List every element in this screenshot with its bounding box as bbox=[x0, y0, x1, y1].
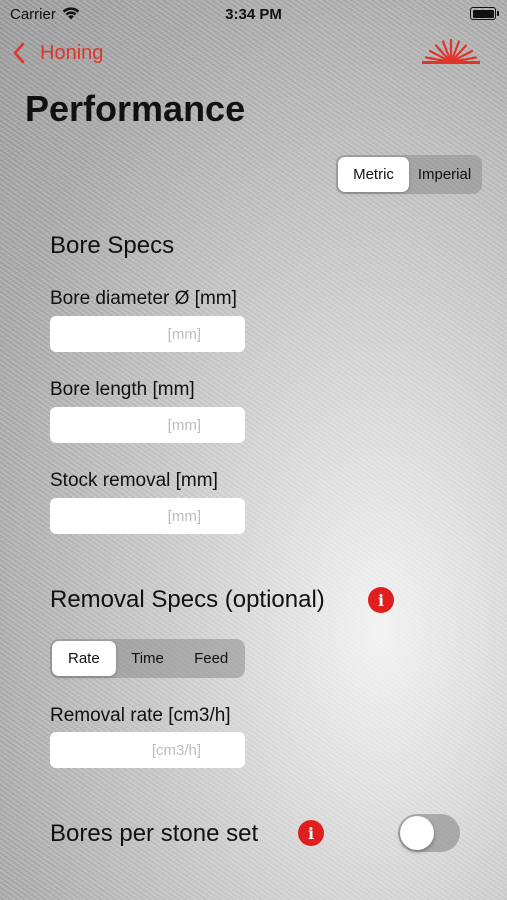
bores-per-stone-set-label: Bores per stone set bbox=[50, 820, 259, 847]
bores-per-stone-toggle[interactable] bbox=[398, 814, 460, 852]
removal-specs-info-icon[interactable]: i bbox=[368, 587, 394, 613]
segment-feed[interactable]: Feed bbox=[179, 641, 243, 676]
removal-mode-segmented-control[interactable]: Rate Time Feed bbox=[50, 639, 245, 678]
bore-specs-heading: Bore Specs bbox=[50, 232, 175, 259]
bore-diameter-label: Bore diameter Ø [mm] bbox=[50, 288, 237, 309]
bore-diameter-input[interactable] bbox=[50, 324, 203, 344]
sunburst-logo-icon bbox=[422, 38, 480, 64]
bore-length-input[interactable] bbox=[50, 415, 203, 435]
back-button-label: Honing bbox=[40, 41, 104, 64]
stock-removal-input[interactable] bbox=[50, 506, 203, 526]
back-button[interactable]: Honing bbox=[12, 38, 103, 68]
bores-per-stone-info-icon[interactable]: i bbox=[298, 820, 324, 846]
bore-length-label: Bore length [mm] bbox=[50, 379, 195, 400]
removal-rate-field[interactable] bbox=[50, 732, 245, 768]
battery-icon bbox=[470, 7, 499, 20]
unit-segmented-control[interactable]: Metric Imperial bbox=[336, 155, 482, 194]
removal-specs-heading: Removal Specs (optional) bbox=[50, 586, 325, 613]
toggle-knob bbox=[400, 816, 434, 850]
status-time: 3:34 PM bbox=[225, 6, 282, 23]
stock-removal-field[interactable] bbox=[50, 498, 245, 534]
segment-imperial[interactable]: Imperial bbox=[409, 157, 480, 192]
removal-rate-label: Removal rate [cm3/h] bbox=[50, 705, 231, 726]
segment-time[interactable]: Time bbox=[116, 641, 180, 676]
chevron-left-icon bbox=[13, 42, 25, 64]
bore-diameter-field[interactable] bbox=[50, 316, 245, 352]
stock-removal-label: Stock removal [mm] bbox=[50, 470, 218, 491]
segment-metric[interactable]: Metric bbox=[338, 157, 409, 192]
bore-length-field[interactable] bbox=[50, 407, 245, 443]
segment-rate[interactable]: Rate bbox=[52, 641, 116, 676]
removal-rate-input[interactable] bbox=[50, 740, 203, 760]
page-title: Performance bbox=[25, 88, 246, 129]
